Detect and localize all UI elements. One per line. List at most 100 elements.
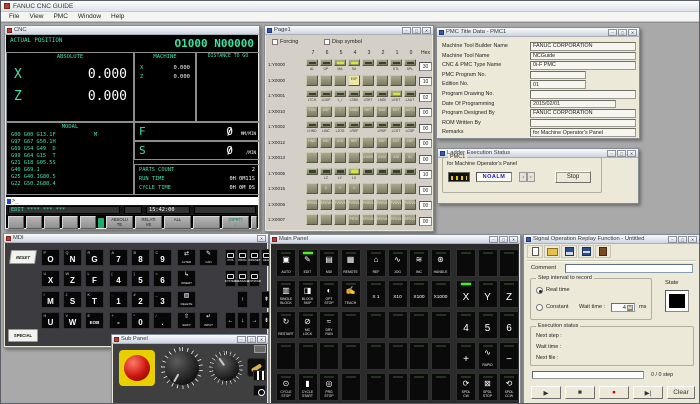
panel-key-z[interactable]: Z xyxy=(499,280,519,308)
maximize-button[interactable] xyxy=(678,236,687,243)
panel-key-blank[interactable] xyxy=(388,373,408,401)
mdi-key-dot[interactable]: /. xyxy=(153,312,172,329)
softkey-absolute[interactable]: ABSOLU TE xyxy=(106,216,133,229)
panel-key-single-block[interactable]: ▥SINGLE BLOCK xyxy=(276,280,296,308)
signal-push-button-edt[interactable]: EDT xyxy=(390,106,402,117)
mdi-key-f[interactable]: LF xyxy=(85,270,104,287)
panel-key-blank[interactable] xyxy=(319,342,339,370)
sub-panel-titlebar[interactable]: Sub Panel xyxy=(112,335,268,344)
signal-led-button[interactable] xyxy=(362,59,374,66)
panel-key-dry-run[interactable]: ≈DRY RUN xyxy=(319,311,339,339)
mdi-key-8[interactable]: B8 xyxy=(131,249,150,266)
field-value-edition-no-[interactable]: 01 xyxy=(530,80,586,89)
signal-led-button-laut[interactable] xyxy=(404,90,416,97)
signal-push-button[interactable] xyxy=(362,183,374,194)
panel-key-spdl-stop[interactable]: ⊠SPDL STOP xyxy=(478,373,498,401)
panel-key-blank[interactable] xyxy=(388,311,408,339)
spinner-right-icon[interactable]: ► xyxy=(527,172,535,182)
signal-push-button[interactable] xyxy=(320,75,332,86)
panel-key-x10[interactable]: X10 xyxy=(388,280,408,308)
signal-push-button[interactable] xyxy=(390,183,402,194)
mdi-fn-system[interactable]: SYSTEM xyxy=(225,270,236,287)
panel-key-blank[interactable] xyxy=(431,342,451,370)
signal-push-button[interactable] xyxy=(334,75,346,86)
mdi-key-n[interactable]: QN xyxy=(63,249,82,266)
signal-led-button[interactable] xyxy=(306,168,318,175)
mdi-key-4[interactable]: [4 xyxy=(109,270,128,287)
signal-led-button[interactable] xyxy=(362,121,374,128)
signal-push-button[interactable] xyxy=(334,152,346,163)
panel-key-handle[interactable]: ⊛HANDLE xyxy=(431,249,451,277)
signal-push-button[interactable] xyxy=(376,183,388,194)
mdi-fn-pos[interactable]: POS xyxy=(225,249,236,266)
panel-key-blank[interactable] xyxy=(409,311,429,339)
field-value-machine-tool-name[interactable]: NCGuide xyxy=(530,52,636,61)
signal-push-button[interactable] xyxy=(362,137,374,148)
step-button[interactable]: ▶| xyxy=(633,386,663,399)
signal-led-button[interactable] xyxy=(404,168,416,175)
sub-panel-pause-button[interactable] xyxy=(253,370,266,381)
signal-led-button-lz[interactable] xyxy=(320,168,332,175)
signal-led-button-op[interactable] xyxy=(320,59,332,66)
signal-push-button-spov4[interactable]: SPOV4 xyxy=(376,214,388,225)
minimize-button[interactable] xyxy=(608,29,617,36)
play-button[interactable]: ▶ xyxy=(531,386,561,399)
mdi-fn-cstm-gr[interactable]: CSTM/GR xyxy=(249,270,260,287)
panel-key-blank[interactable] xyxy=(366,342,386,370)
spin-updown-icon[interactable]: ▴▾ xyxy=(627,305,633,312)
panel-key-blank[interactable] xyxy=(409,373,429,401)
panel-key-x100[interactable]: X100 xyxy=(409,280,429,308)
close-button[interactable] xyxy=(627,150,636,157)
signal-led-button-ljog[interactable] xyxy=(334,121,346,128)
constant-radio[interactable] xyxy=(536,304,543,311)
mdi-key-eob[interactable]: EEOB xyxy=(85,312,104,329)
mdi-key-9[interactable]: C9 xyxy=(153,249,172,266)
signal-led-button-lhnd[interactable] xyxy=(306,121,318,128)
signal-led-button-ldsp[interactable] xyxy=(320,90,332,97)
comment-input[interactable] xyxy=(565,264,693,273)
mdi-key-w[interactable]: VW xyxy=(63,312,82,329)
field-value-machine-tool-builder-name[interactable]: FANUC CORPORATION xyxy=(530,42,636,51)
panel-key-blank[interactable] xyxy=(276,342,296,370)
mdi-key-left[interactable]: ← xyxy=(225,312,236,329)
signal-push-button-mdi[interactable]: MDI xyxy=(376,106,388,117)
signal-led-button[interactable] xyxy=(376,59,388,66)
field-value-rom-written-by[interactable] xyxy=(530,119,636,128)
softkey-blank[interactable] xyxy=(193,216,220,229)
signal-led-button-stl[interactable] xyxy=(390,59,402,66)
signal-push-button[interactable] xyxy=(404,75,416,86)
close-button[interactable] xyxy=(628,29,637,36)
signal-push-button-y[interactable]: Y xyxy=(334,183,346,194)
signal-push-button[interactable] xyxy=(334,214,346,225)
field-value-remarks[interactable]: for Machine Operator's Panel xyxy=(530,128,636,137)
panel-key-cycle-stop[interactable]: ⊙CYCLE STOP xyxy=(276,373,296,401)
panel-key-block-skip[interactable]: ◨BLOCK SKIP xyxy=(298,280,318,308)
mdi-key-input[interactable]: ↵INPUT xyxy=(199,312,218,329)
signal-push-button-x1000[interactable]: X1000 xyxy=(362,152,374,163)
close-button[interactable] xyxy=(422,27,431,34)
signal-push-button-prte[interactable]: PRTE xyxy=(348,214,360,225)
signal-push-button-fvov1[interactable]: FVOV1 xyxy=(390,199,402,210)
signal-push-button-spov3[interactable]: SPOV3 xyxy=(390,214,402,225)
field-value-pmc-program-no-[interactable] xyxy=(530,71,586,80)
signal-push-button[interactable] xyxy=(390,75,402,86)
signal-led-button-ma[interactable] xyxy=(334,59,346,66)
spinner-left-icon[interactable]: ◄ xyxy=(519,172,527,182)
signal-led-button-spl[interactable] xyxy=(404,59,416,66)
signal-push-button-z[interactable]: Z xyxy=(320,183,332,194)
panel-key-x-1[interactable]: X 1 xyxy=(366,280,386,308)
signal-push-button-slash[interactable]: / xyxy=(334,106,346,117)
mdi-key-z[interactable]: WZ xyxy=(63,270,82,287)
menu-help[interactable]: Help xyxy=(106,13,129,20)
panel-key-spdl-cw[interactable]: ⟳SPDL CW xyxy=(456,373,476,401)
close-button[interactable] xyxy=(257,336,266,343)
panel-key-inc[interactable]: ≋INC xyxy=(409,249,429,277)
signal-led-button-al[interactable] xyxy=(306,59,318,66)
wait-time-spinbox[interactable]: 4 ▴▾ xyxy=(611,303,635,312)
signal-push-button-fvov0[interactable]: FVOV0 xyxy=(404,199,416,210)
signal-push-button-cst[interactable]: CST xyxy=(390,137,402,148)
mdi-key-3[interactable]: _3 xyxy=(153,291,172,308)
close-button[interactable] xyxy=(257,235,266,242)
mdi-key-t[interactable]: KT xyxy=(85,291,104,308)
signal-push-button-auto[interactable]: AUTO xyxy=(404,106,416,117)
